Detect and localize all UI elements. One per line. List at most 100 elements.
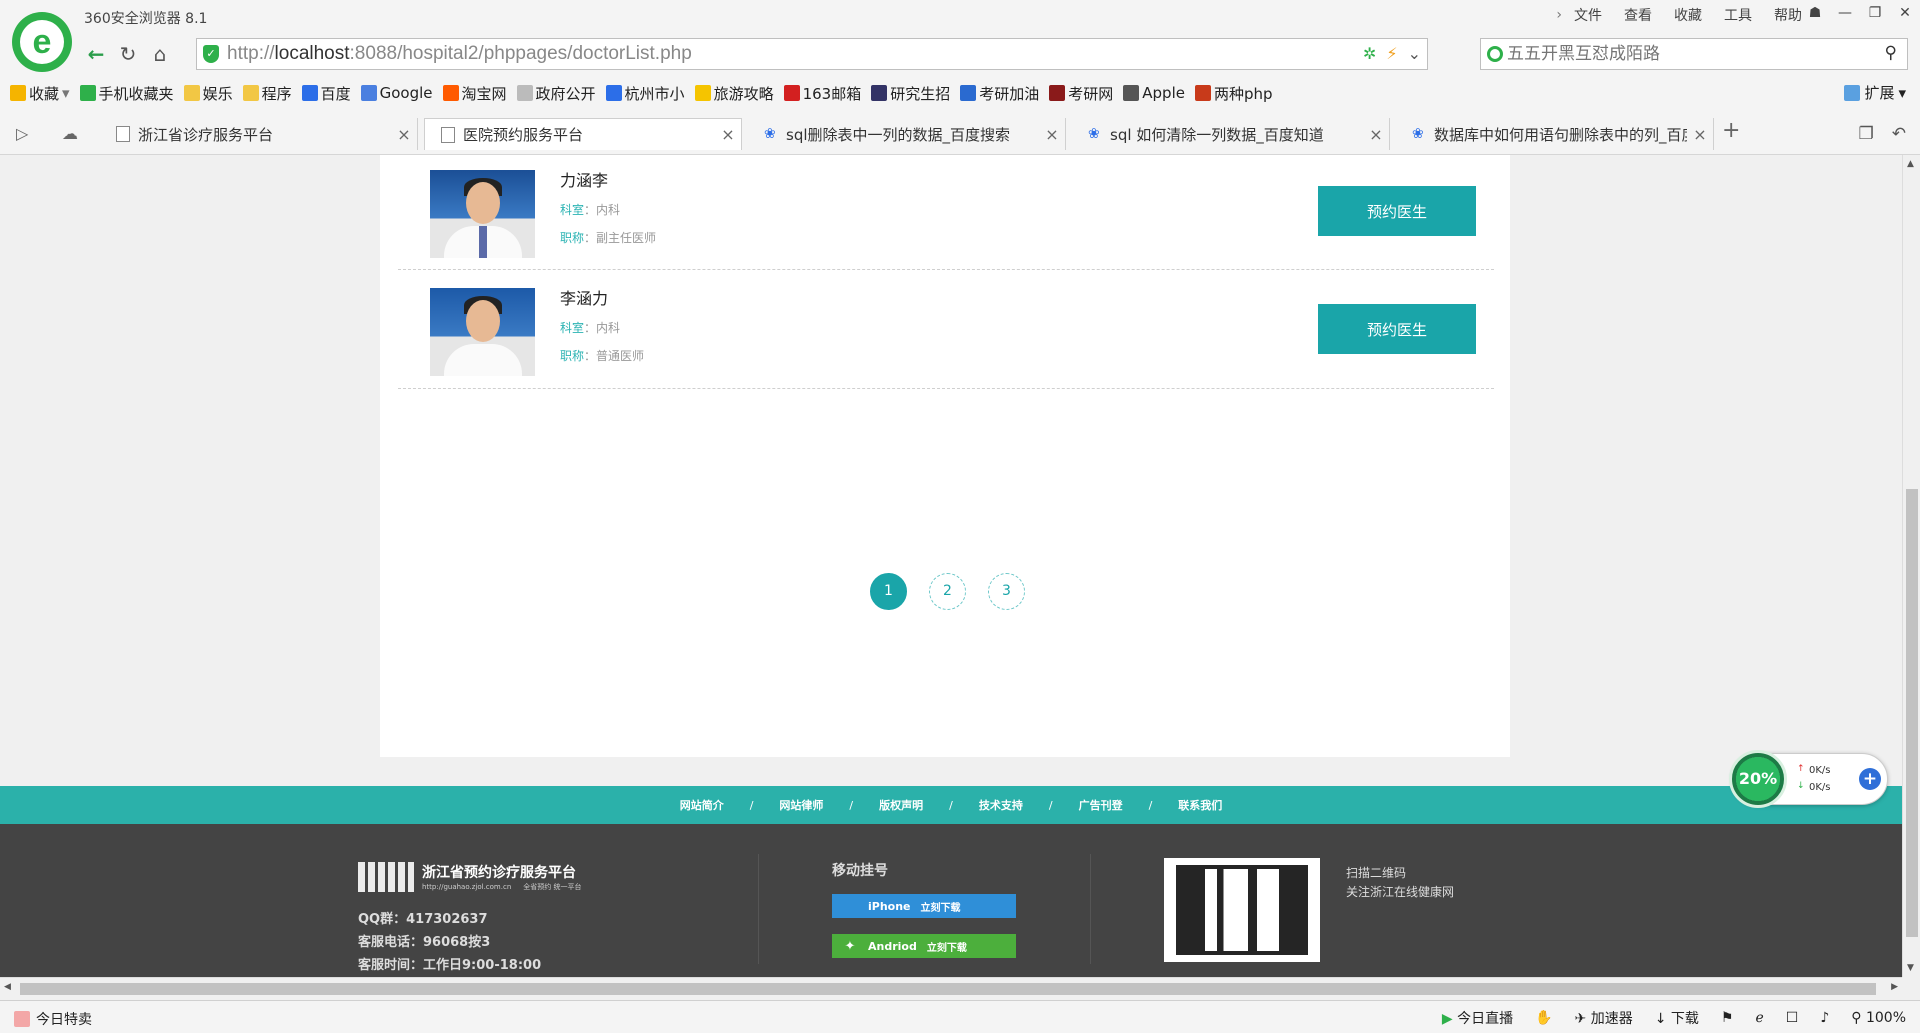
- iphone-download-button[interactable]: iPhone 立刻下载: [832, 894, 1016, 918]
- bookmark-item[interactable]: Google: [360, 84, 433, 102]
- footer-nav-link[interactable]: 网站简介: [680, 797, 724, 813]
- download-arrow-icon: ↓: [1797, 781, 1805, 791]
- search-box[interactable]: ⚲: [1480, 38, 1908, 70]
- bookmark-item[interactable]: 旅游攻略: [694, 83, 774, 104]
- address-bar[interactable]: ✓ http://localhost:8088/hospital2/phppag…: [196, 38, 1428, 70]
- scroll-up-icon[interactable]: ▲: [1907, 159, 1914, 169]
- window-controls: ☗ — ❐ ✕: [1800, 0, 1920, 26]
- tab-item[interactable]: 医院预约服务平台 ×: [424, 118, 742, 150]
- scroll-down-icon[interactable]: ▼: [1907, 963, 1914, 973]
- bookmark-label: 旅游攻略: [713, 84, 774, 103]
- bookmark-icon: [516, 85, 533, 101]
- bookmark-item[interactable]: 政府公开: [516, 83, 596, 104]
- vertical-scrollbar[interactable]: ▲ ▼: [1902, 155, 1920, 977]
- volume-icon[interactable]: ♪: [1820, 1010, 1829, 1026]
- baidu-paw-icon: ❀: [764, 126, 776, 142]
- book-doctor-button[interactable]: 预约医生: [1318, 186, 1476, 236]
- bookmark-item[interactable]: 手机收藏夹: [79, 83, 174, 104]
- tab-item[interactable]: ❀ sql删除表中一列的数据_百度搜索 ×: [748, 118, 1066, 150]
- scroll-thumb[interactable]: [1906, 489, 1918, 937]
- bookmark-item[interactable]: 程序: [242, 83, 292, 104]
- footer-nav-link[interactable]: 广告刊登: [1079, 797, 1123, 813]
- today-live-button[interactable]: ▶ 今日直播: [1442, 1008, 1513, 1028]
- home-button[interactable]: ⌂: [144, 39, 176, 69]
- search-icon[interactable]: ⚲: [1885, 43, 1897, 63]
- page-2-button[interactable]: 2: [929, 573, 966, 610]
- search-input[interactable]: [1507, 44, 1867, 64]
- menu-view[interactable]: 查看: [1624, 5, 1652, 25]
- book-doctor-button[interactable]: 预约医生: [1318, 304, 1476, 354]
- footer-nav-link[interactable]: 技术支持: [979, 797, 1023, 813]
- maximize-button[interactable]: ❐: [1860, 0, 1890, 26]
- bookmark-item[interactable]: 163邮箱: [783, 83, 862, 104]
- chevron-down-icon[interactable]: ⌄: [1408, 44, 1421, 63]
- close-tab-icon[interactable]: ×: [715, 125, 741, 144]
- page-3-button[interactable]: 3: [988, 573, 1025, 610]
- bookmark-item[interactable]: 百度: [301, 83, 351, 104]
- close-tab-icon[interactable]: ×: [391, 125, 417, 144]
- bookmark-item[interactable]: 收藏 ▾: [10, 83, 70, 104]
- bookmark-item[interactable]: 杭州市小: [605, 83, 685, 104]
- url-text[interactable]: http://localhost:8088/hospital2/phppages…: [227, 43, 692, 65]
- sidebar-toggle-icon[interactable]: ▷: [16, 124, 28, 143]
- bookmark-item[interactable]: 两种php: [1194, 83, 1273, 104]
- menu-file[interactable]: 文件: [1574, 5, 1602, 25]
- footer-qq: QQ群：417302637: [358, 912, 488, 927]
- today-deals[interactable]: 今日特卖: [36, 1009, 92, 1029]
- tab-list-icon[interactable]: ❐: [1859, 124, 1874, 144]
- bookmark-item[interactable]: 娱乐: [183, 83, 233, 104]
- scroll-left-icon[interactable]: ◀: [4, 982, 11, 992]
- close-tab-icon[interactable]: ×: [1363, 125, 1389, 144]
- tab-item[interactable]: ❀ sql 如何清除一列数据_百度知道 ×: [1072, 118, 1390, 150]
- speed-mode-icon[interactable]: ⚡: [1386, 44, 1397, 63]
- plus-icon[interactable]: +: [1859, 768, 1881, 790]
- bookmark-label: 163邮箱: [802, 84, 862, 103]
- close-tab-icon[interactable]: ×: [1039, 125, 1065, 144]
- skin-icon[interactable]: ☗: [1800, 0, 1830, 26]
- tab-item[interactable]: ❀ 数据库中如何用语句删除表中的列_百度 ×: [1396, 118, 1714, 150]
- iphone-label: iPhone: [868, 899, 911, 913]
- flag-icon[interactable]: ⚑: [1721, 1010, 1734, 1026]
- compat-mode-icon[interactable]: ✲: [1363, 44, 1376, 63]
- android-download-button[interactable]: ✦ Andriod 立刻下载: [832, 934, 1016, 958]
- scroll-thumb[interactable]: [20, 983, 1876, 995]
- bookmark-item[interactable]: 研究生招: [871, 83, 950, 104]
- close-tab-icon[interactable]: ×: [1687, 125, 1713, 144]
- menu-help[interactable]: 帮助: [1774, 5, 1802, 25]
- download-label: 立刻下载: [920, 902, 961, 914]
- minimize-button[interactable]: —: [1830, 0, 1860, 26]
- tab-item[interactable]: 浙江省诊疗服务平台 ×: [100, 118, 418, 150]
- back-button[interactable]: ←: [80, 39, 112, 69]
- footer-nav-link[interactable]: 版权声明: [879, 797, 923, 813]
- accelerator-button[interactable]: ✈ 加速器: [1575, 1008, 1633, 1028]
- menu-tools[interactable]: 工具: [1724, 5, 1752, 25]
- ie-mode-icon[interactable]: ℯ: [1755, 1010, 1763, 1026]
- refresh-button[interactable]: ↻: [112, 39, 144, 69]
- bookmark-item[interactable]: 淘宝网: [442, 83, 507, 104]
- bookmark-item[interactable]: Apple: [1123, 84, 1185, 102]
- gesture-icon[interactable]: ✋: [1535, 1010, 1552, 1026]
- menu-favorites[interactable]: 收藏: [1674, 5, 1702, 25]
- undo-close-icon[interactable]: ↶: [1892, 124, 1906, 144]
- baidu-paw-icon: ❀: [1088, 126, 1100, 142]
- horizontal-scrollbar[interactable]: ◀ ▶: [0, 977, 1902, 999]
- footer-nav-link[interactable]: 联系我们: [1178, 797, 1222, 813]
- bookmark-item[interactable]: 考研加油: [960, 83, 1039, 104]
- bookmark-label: Apple: [1142, 84, 1185, 102]
- cloud-icon[interactable]: ☁: [62, 124, 78, 143]
- download-button[interactable]: ↓ 下载: [1655, 1008, 1699, 1028]
- scroll-right-icon[interactable]: ▶: [1891, 982, 1898, 992]
- zoom-control[interactable]: ⚲ 100%: [1851, 1010, 1906, 1026]
- close-button[interactable]: ✕: [1890, 0, 1920, 26]
- chevron-right-icon[interactable]: ›: [1556, 7, 1562, 23]
- network-speed-widget[interactable]: 20% ↑ ↓ 0K/s 0K/s +: [1729, 750, 1888, 808]
- footer-nav-separator: /: [1148, 798, 1153, 812]
- new-tab-button[interactable]: +: [1722, 118, 1740, 143]
- android-label: Andriod: [868, 939, 917, 953]
- bookmark-item[interactable]: 考研网: [1049, 83, 1113, 104]
- tab-strip: ▷ ☁ 浙江省诊疗服务平台 × 医院预约服务平台 × ❀ sql删除表中一列的数据_百度搜…: [0, 118, 1920, 150]
- page-1-button[interactable]: 1: [870, 573, 907, 610]
- extensions-button[interactable]: 扩展 ▾: [1844, 82, 1906, 103]
- window-icon[interactable]: ☐: [1786, 1010, 1799, 1026]
- footer-nav-link[interactable]: 网站律师: [779, 797, 823, 813]
